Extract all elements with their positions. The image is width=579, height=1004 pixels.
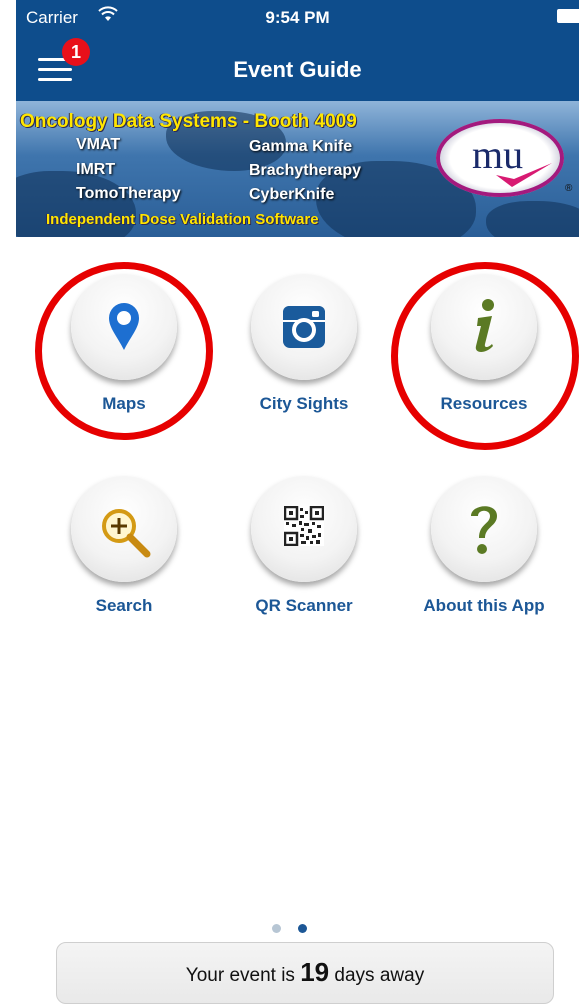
countdown-suffix: days away: [334, 965, 425, 986]
sponsor-banner[interactable]: Oncology Data Systems - Booth 4009 VMAT …: [16, 101, 579, 237]
status-bar: Carrier 9:54 PM: [16, 0, 579, 34]
tile-city-sights[interactable]: City Sights: [219, 274, 389, 414]
countdown-prefix: Your event is: [185, 965, 295, 986]
tile-label: About this App: [423, 596, 545, 615]
nav-title: Event Guide: [233, 57, 362, 82]
countdown-days: 19: [300, 957, 330, 987]
banner-item: Gamma Knife: [249, 138, 353, 155]
highlight-ring-resources: [391, 262, 579, 450]
banner-map-shape: [486, 201, 579, 237]
page-indicator[interactable]: [0, 920, 579, 938]
banner-item: TomoTherapy: [76, 185, 181, 202]
page-dot[interactable]: [272, 924, 282, 933]
checkmark-icon: [496, 163, 552, 187]
registered-mark: ®: [565, 183, 573, 194]
tile-search[interactable]: Search: [39, 476, 209, 616]
battery-icon: [557, 9, 579, 23]
status-time: 9:54 PM: [265, 8, 330, 27]
countdown-text: Your event is 19 days away: [57, 957, 553, 988]
banner-item: VMAT: [76, 136, 121, 153]
banner-item: IMRT: [76, 161, 116, 178]
nav-bar: 1 Event Guide: [16, 34, 579, 101]
tile-qr-scanner[interactable]: QR Scanner: [219, 476, 389, 616]
question-icon: [471, 506, 497, 554]
tile-label: City Sights: [259, 394, 349, 413]
event-countdown: Your event is 19 days away: [56, 942, 554, 1004]
qr-code-icon: [284, 506, 324, 546]
about-button[interactable]: [431, 476, 537, 582]
banner-tagline: Independent Dose Validation Software: [46, 211, 319, 228]
banner-item: Brachytherapy: [249, 162, 362, 179]
highlight-ring-maps: [35, 262, 213, 440]
city-sights-button[interactable]: [251, 274, 357, 380]
banner-item: CyberKnife: [249, 186, 335, 203]
tile-label: Search: [95, 596, 153, 615]
camera-icon: [283, 306, 325, 348]
banner-headline: Oncology Data Systems - Booth 4009: [20, 111, 357, 132]
qr-scanner-button[interactable]: [251, 476, 357, 582]
search-button[interactable]: [71, 476, 177, 582]
tile-label: QR Scanner: [255, 596, 353, 615]
magnifier-plus-icon: [102, 509, 151, 558]
page-dot-active[interactable]: [297, 924, 307, 933]
tile-about[interactable]: About this App: [399, 476, 569, 616]
